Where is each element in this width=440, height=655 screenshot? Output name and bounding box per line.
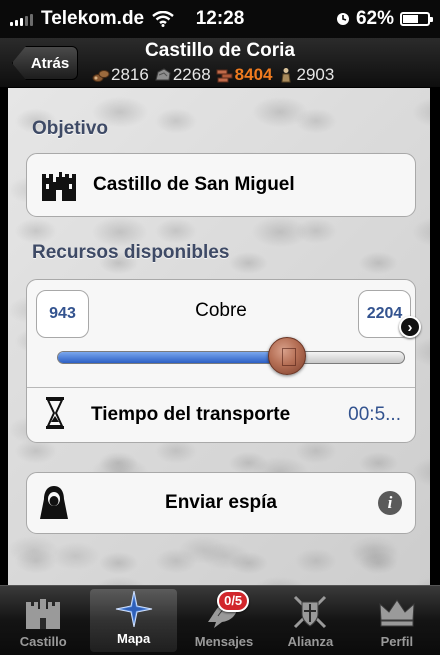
resource-value: 2268	[172, 65, 211, 84]
objective-cell[interactable]: Castillo de San Miguel	[26, 153, 416, 217]
wifi-icon	[152, 11, 174, 27]
tab-perfil[interactable]: Perfil	[354, 586, 440, 655]
resource-population: 2903	[277, 65, 334, 85]
resource-type: Cobre	[195, 300, 247, 321]
status-left: Telekom.de	[10, 8, 174, 30]
tab-label: Mensajes	[194, 634, 254, 649]
resource-value: 8404	[234, 65, 273, 84]
carrier-name: Telekom.de	[41, 8, 145, 29]
quantity-slider[interactable]	[57, 351, 405, 364]
chevron-right-icon[interactable]: ›	[399, 316, 421, 338]
tab-bar: Castillo Mapa Mensajes 0/5 Alianza Perfi…	[0, 585, 440, 655]
hourglass-icon	[46, 397, 64, 429]
battery-level	[403, 15, 418, 23]
tab-mapa[interactable]: Mapa	[90, 589, 177, 652]
messages-badge: 0/5	[217, 590, 250, 612]
stone-icon	[155, 68, 171, 81]
tab-mensajes[interactable]: Mensajes 0/5	[181, 586, 267, 655]
castle-tab-icon	[26, 599, 61, 629]
tab-label: Perfil	[380, 634, 414, 649]
send-spy-label: Enviar espía	[165, 492, 277, 513]
row-divider	[27, 387, 415, 388]
ore-icon	[216, 69, 233, 83]
wood-icon	[92, 70, 110, 82]
status-right: 62%	[336, 8, 433, 30]
tab-castillo[interactable]: Castillo	[0, 586, 86, 655]
tab-alianza[interactable]: Alianza	[267, 586, 353, 655]
resources-header: Recursos disponibles	[32, 242, 230, 263]
tab-label: Alianza	[287, 634, 334, 649]
status-bar: Telekom.de 12:28 62%	[0, 0, 440, 38]
resource-ore: 8404	[216, 65, 273, 85]
objective-header: Objetivo	[32, 118, 109, 139]
resources-cell: 943 Cobre 2204 › Tiempo del transporte 0…	[26, 279, 421, 443]
send-spy-button[interactable]: Enviar espía i	[26, 472, 416, 534]
crown-icon	[379, 599, 415, 627]
tab-label: Mapa	[116, 631, 151, 646]
resource-wood: 2816	[92, 65, 149, 85]
castle-icon	[42, 172, 76, 201]
signal-icon	[10, 12, 33, 26]
resource-value: 2816	[111, 65, 149, 84]
page-title: Castillo de Coria	[145, 40, 295, 61]
navigation-bar: Atrás Castillo de Coria 2816 2268 8404 2…	[0, 38, 440, 88]
info-icon[interactable]: i	[378, 491, 402, 515]
objective-target: Castillo de San Miguel	[93, 174, 295, 195]
resource-value: 2903	[296, 65, 335, 84]
shield-swords-icon	[294, 595, 327, 629]
main-content: Objetivo Castillo de San Miguel Recursos…	[8, 88, 430, 585]
population-icon	[281, 68, 292, 83]
battery-icon	[400, 12, 433, 26]
compass-icon	[115, 591, 152, 627]
tab-label: Castillo	[19, 634, 67, 649]
resource-bar: 2816 2268 8404 2903	[92, 65, 334, 85]
copper-coin-slider-handle[interactable]	[267, 337, 306, 375]
resource-stone: 2268	[154, 65, 211, 85]
slider-fill	[58, 352, 287, 363]
transport-time-label: Tiempo del transporte	[91, 404, 291, 425]
transport-time-value: 00:5...	[348, 404, 401, 425]
battery-percent: 62%	[355, 8, 394, 29]
alarm-icon	[336, 13, 349, 25]
